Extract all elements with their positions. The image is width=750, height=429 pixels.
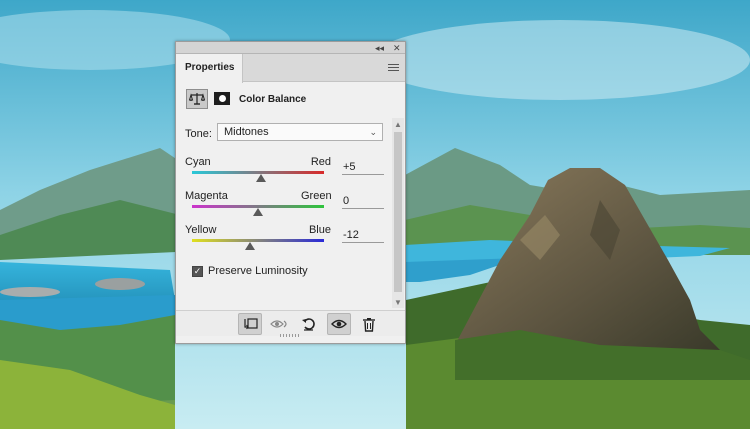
scrollbar-thumb[interactable] [394, 132, 402, 292]
preserve-luminosity[interactable]: ✓ Preserve Luminosity [192, 265, 308, 277]
slider-left-label: Cyan [185, 156, 211, 168]
slider-track[interactable] [192, 239, 324, 242]
reset-icon [302, 318, 315, 331]
eye-icon [331, 319, 347, 329]
slider-thumb[interactable] [256, 174, 267, 182]
scroll-down-icon[interactable]: ▼ [392, 298, 404, 307]
tone-select[interactable]: Midtones ⌄ [217, 123, 383, 141]
layer-mask-icon[interactable] [214, 92, 230, 105]
slider-thumb[interactable] [253, 208, 263, 216]
clip-to-layer-icon [244, 318, 258, 330]
delete-button[interactable] [357, 313, 381, 335]
scales-icon[interactable] [186, 89, 208, 109]
preserve-luminosity-label: Preserve Luminosity [208, 265, 308, 277]
slider-right-label: Red [310, 156, 331, 168]
close-icon[interactable]: ✕ [393, 42, 401, 54]
adjustment-title: Color Balance [239, 94, 307, 105]
panel-scrollbar[interactable]: ▲ ▼ [392, 118, 404, 308]
slider-left-label: Magenta [185, 190, 228, 202]
tone-label: Tone: [185, 128, 212, 140]
scroll-up-icon[interactable]: ▲ [392, 120, 404, 129]
tab-properties[interactable]: Properties [176, 54, 243, 83]
yellow-blue-value[interactable]: -12 [342, 228, 384, 243]
adjustment-header: Color Balance [176, 83, 405, 117]
yellow-blue-slider: Yellow Blue -12 [176, 224, 392, 258]
slider-right-label: Blue [308, 224, 331, 236]
clip-to-layer-button[interactable] [238, 313, 262, 335]
double-chevron-left-icon[interactable]: ◂◂ [375, 42, 384, 54]
slider-thumb[interactable] [245, 242, 256, 250]
panel-tab-row: Properties [176, 54, 405, 83]
properties-panel: ◂◂ ✕ Properties Color Balance Tone: Midt… [175, 41, 406, 344]
chevron-down-icon: ⌄ [369, 127, 377, 137]
view-previous-state-icon [270, 320, 287, 328]
panel-menu-icon[interactable] [388, 64, 399, 73]
slider-left-label: Yellow [185, 224, 217, 236]
color-balance-controls: Tone: Midtones ⌄ Cyan Red +5 Magenta Gre… [176, 118, 392, 308]
cyan-red-value[interactable]: +5 [342, 160, 384, 175]
preserve-luminosity-checkbox[interactable]: ✓ [192, 265, 203, 277]
cyan-red-slider: Cyan Red +5 [176, 156, 392, 190]
trash-icon [363, 317, 375, 332]
panel-bottom-toolbar [176, 310, 405, 337]
panel-titlebar: ◂◂ ✕ [176, 42, 405, 54]
toggle-visibility-button[interactable] [327, 313, 351, 335]
reset-button[interactable] [297, 313, 321, 335]
slider-right-label: Green [301, 190, 332, 202]
magenta-green-slider: Magenta Green 0 [176, 190, 392, 224]
resize-grip[interactable] [280, 334, 300, 337]
magenta-green-value[interactable]: 0 [342, 194, 384, 209]
tone-value: Midtones [224, 126, 269, 138]
view-previous-state-button[interactable] [268, 313, 292, 335]
